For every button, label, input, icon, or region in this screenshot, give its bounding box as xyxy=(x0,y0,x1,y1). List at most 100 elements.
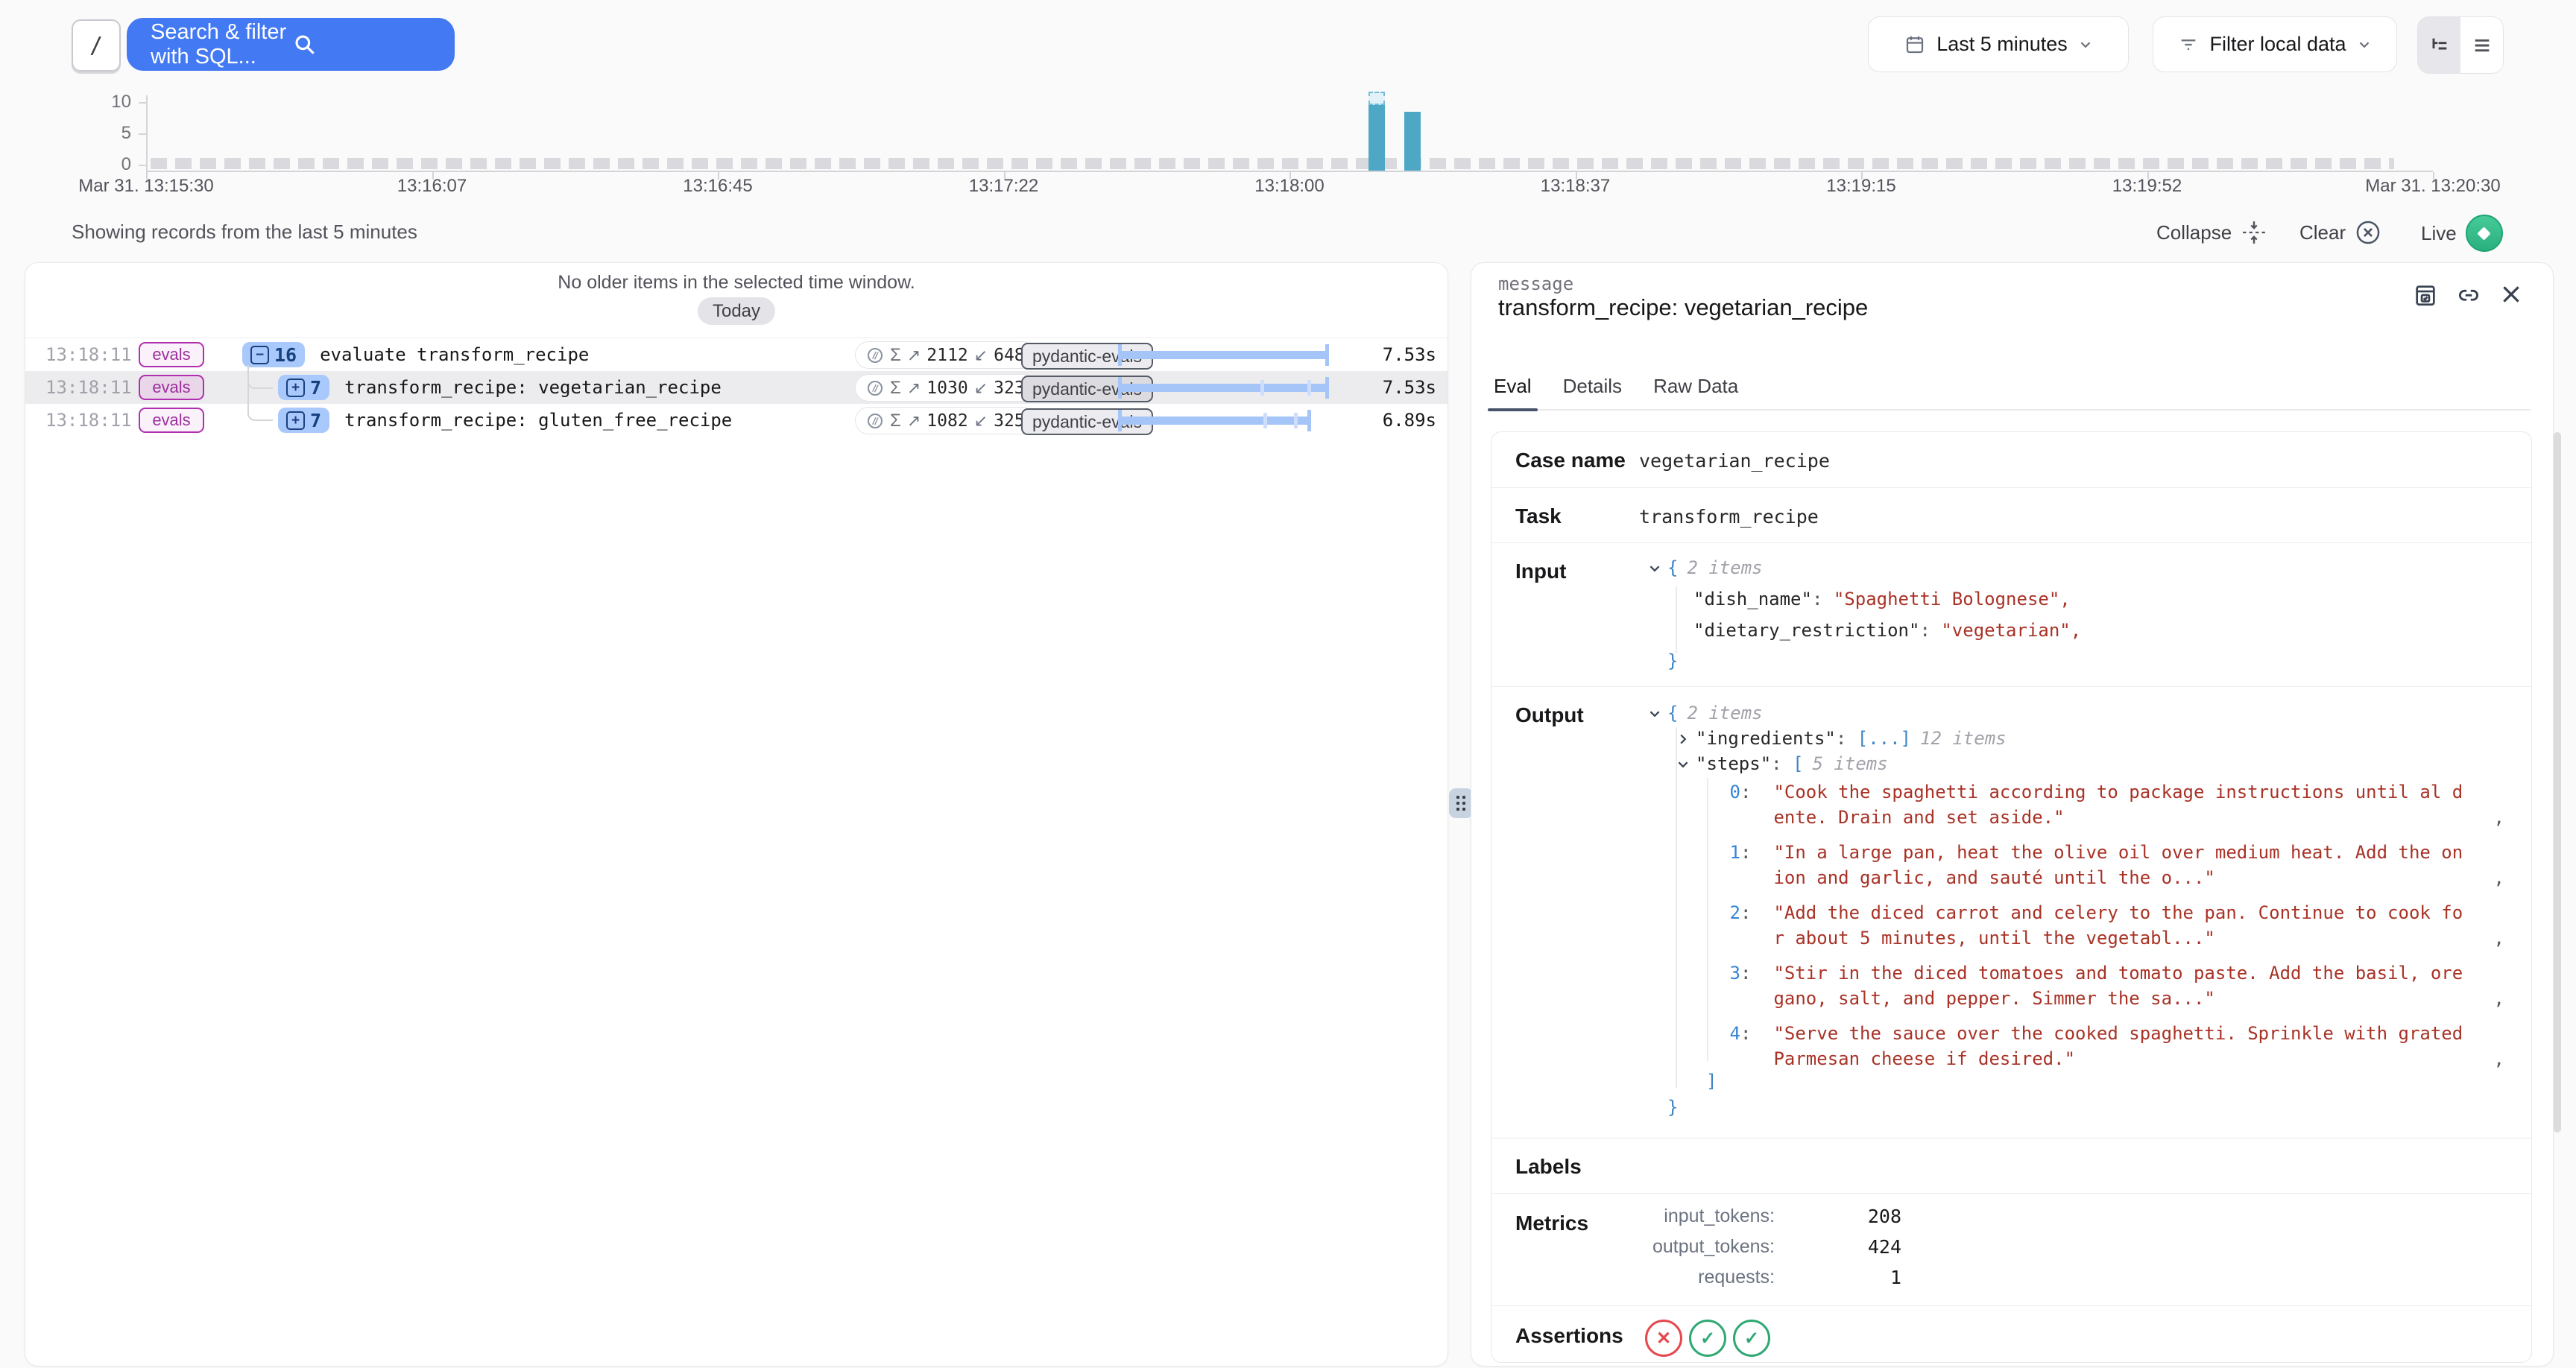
chevron-down-icon[interactable] xyxy=(1648,562,1661,575)
panel-resize-handle[interactable] xyxy=(1449,788,1473,818)
json-array-index: 0 xyxy=(1715,779,1740,830)
token-metrics-pill[interactable]: Σ↗1082↙325 xyxy=(855,407,1036,434)
live-indicator-icon[interactable] xyxy=(2466,215,2503,252)
step-item: 3:"Stir in the diced tomatoes and tomato… xyxy=(1715,960,2516,1011)
tab-eval[interactable]: Eval xyxy=(1492,375,1533,409)
tab-details[interactable]: Details xyxy=(1562,375,1623,409)
close-icon[interactable] xyxy=(2499,282,2523,308)
trace-list-panel: No older items in the selected time wind… xyxy=(25,262,1448,1367)
sigma-icon: Σ xyxy=(890,411,901,431)
token-metrics-pill[interactable]: Σ↗1030↙323 xyxy=(855,374,1036,402)
json-open-bracket: [ xyxy=(1793,753,1803,774)
labels-label: Labels xyxy=(1515,1155,1582,1179)
scope-badge-evals[interactable]: evals xyxy=(139,342,204,367)
chart-x-tick-label: 13:19:52 xyxy=(2112,176,2182,197)
time-range-dropdown[interactable]: Last 5 minutes xyxy=(1868,16,2129,72)
span-count-badge[interactable]: +7 xyxy=(278,375,329,400)
clear-button[interactable]: Clear xyxy=(2299,219,2381,246)
json-string-value: "Stir in the diced tomatoes and tomato p… xyxy=(1773,960,2472,1011)
collapse-label: Collapse xyxy=(2156,221,2232,244)
chart-baseline-dashes xyxy=(151,158,2394,169)
tree-view-toggle[interactable] xyxy=(2418,17,2460,73)
trace-row[interactable]: 13:18:11evals−16evaluate transform_recip… xyxy=(25,338,1448,371)
json-key: "ingredients" xyxy=(1696,728,1836,749)
expand-node-icon[interactable]: + xyxy=(286,379,305,397)
token-metrics-pill[interactable]: Σ↗2112↙648 xyxy=(855,341,1036,369)
task-row: Task transform_recipe xyxy=(1491,488,2531,543)
chart-y-axis xyxy=(146,95,148,171)
json-line[interactable]: {2 items xyxy=(1648,555,1763,580)
detail-title: transform_recipe: vegetarian_recipe xyxy=(1498,294,1868,321)
chevron-right-icon[interactable] xyxy=(1676,732,1690,746)
input-tokens-count: 2112 xyxy=(926,346,967,365)
duration-bar-tick xyxy=(1294,413,1298,428)
trace-timestamp: 13:18:11 xyxy=(45,377,120,398)
metric-row: input_tokens:208 xyxy=(1491,1201,1901,1232)
json-items-note: 5 items xyxy=(1813,753,1888,774)
span-count-badge[interactable]: −16 xyxy=(242,342,305,367)
chart-x-tick-label: 13:19:15 xyxy=(1826,176,1895,197)
json-comma: , xyxy=(2059,589,2070,609)
trace-name: transform_recipe: gluten_free_recipe xyxy=(344,410,732,431)
json-key: "dietary_restriction" xyxy=(1693,620,1919,641)
assertion-pass-icon[interactable]: ✓ xyxy=(1733,1320,1770,1357)
chart-y-tick-label: 10 xyxy=(89,92,131,113)
input-tokens-count: 1082 xyxy=(926,411,967,431)
chevron-down-icon[interactable] xyxy=(1676,758,1690,771)
no-older-items-notice: No older items in the selected time wind… xyxy=(25,272,1448,294)
tab-raw-data[interactable]: Raw Data xyxy=(1652,375,1740,409)
chart-x-tick-label: 13:17:22 xyxy=(969,176,1038,197)
assertion-pass-icon[interactable]: ✓ xyxy=(1689,1320,1726,1357)
case-name-value: vegetarian_recipe xyxy=(1639,450,1830,472)
search-button[interactable]: Search & filter with SQL... xyxy=(127,18,455,71)
live-toggle[interactable]: Live xyxy=(2421,215,2503,252)
json-indent-guide xyxy=(1676,586,1677,653)
today-pill[interactable]: Today xyxy=(698,297,775,325)
detail-scrollbar[interactable] xyxy=(2554,432,2561,1133)
expand-node-icon[interactable]: + xyxy=(286,411,305,430)
json-colon: : xyxy=(1740,779,1751,830)
list-view-toggle[interactable] xyxy=(2460,17,2503,73)
coin-icon xyxy=(866,346,884,364)
case-name-row: Case name vegetarian_recipe xyxy=(1491,432,2531,488)
json-collapsed-array[interactable]: [...] xyxy=(1857,728,1911,749)
json-string-value: "vegetarian" xyxy=(1941,620,2070,641)
output-tokens-arrow-icon: ↙ xyxy=(974,379,988,398)
span-count-badge[interactable]: +7 xyxy=(278,408,329,433)
trace-row[interactable]: 13:18:11evals+7transform_recipe: gluten_… xyxy=(25,404,1448,437)
json-line-steps[interactable]: "steps": [5 items xyxy=(1676,751,1888,776)
copy-link-icon[interactable] xyxy=(2456,282,2481,308)
input-label: Input xyxy=(1515,560,1566,583)
time-range-label: Last 5 minutes xyxy=(1936,33,2068,56)
scope-badge-evals[interactable]: evals xyxy=(139,375,204,400)
trace-row[interactable]: 13:18:11evals+7transform_recipe: vegetar… xyxy=(25,371,1448,404)
metric-name: requests: xyxy=(1491,1267,1775,1288)
collapse-button[interactable]: Collapse xyxy=(2156,219,2267,246)
steps-list: 0:"Cook the spaghetti according to packa… xyxy=(1715,779,2516,1081)
assertion-fail-icon[interactable]: ✕ xyxy=(1645,1320,1682,1357)
filter-local-data-dropdown[interactable]: Filter local data xyxy=(2153,16,2397,72)
json-line-ingredients[interactable]: "ingredients": [...]12 items xyxy=(1676,726,2007,751)
json-key: "dish_name" xyxy=(1693,589,1812,609)
duration-text: 7.53s xyxy=(1383,377,1436,398)
duration-text: 6.89s xyxy=(1383,410,1436,431)
json-indent-guide xyxy=(1707,778,1708,1061)
chart-bar-dashed-cap xyxy=(1368,92,1385,105)
chart-bar[interactable] xyxy=(1404,112,1421,171)
chart-x-tick-label: 13:16:45 xyxy=(683,176,752,197)
detail-tabs: Eval Details Raw Data xyxy=(1492,375,2531,411)
duration-bar-span xyxy=(1118,351,1329,359)
collapse-node-icon[interactable]: − xyxy=(250,346,269,364)
panel-check-icon[interactable] xyxy=(2413,282,2438,308)
output-tokens-count: 648 xyxy=(994,346,1025,365)
coin-icon xyxy=(866,379,884,397)
chart-bar[interactable] xyxy=(1368,105,1385,171)
json-close-brace: } xyxy=(1667,1095,1678,1120)
json-line[interactable]: {2 items xyxy=(1648,700,1763,726)
output-tokens-count: 323 xyxy=(994,379,1025,398)
scope-badge-evals[interactable]: evals xyxy=(139,408,204,433)
output-row: Output {2 items "ingredients": [...]12 i… xyxy=(1491,687,2531,1139)
chevron-down-icon[interactable] xyxy=(1648,707,1661,721)
chart-y-tick xyxy=(139,133,146,135)
json-string-value: "Add the diced carrot and celery to the … xyxy=(1773,900,2472,951)
